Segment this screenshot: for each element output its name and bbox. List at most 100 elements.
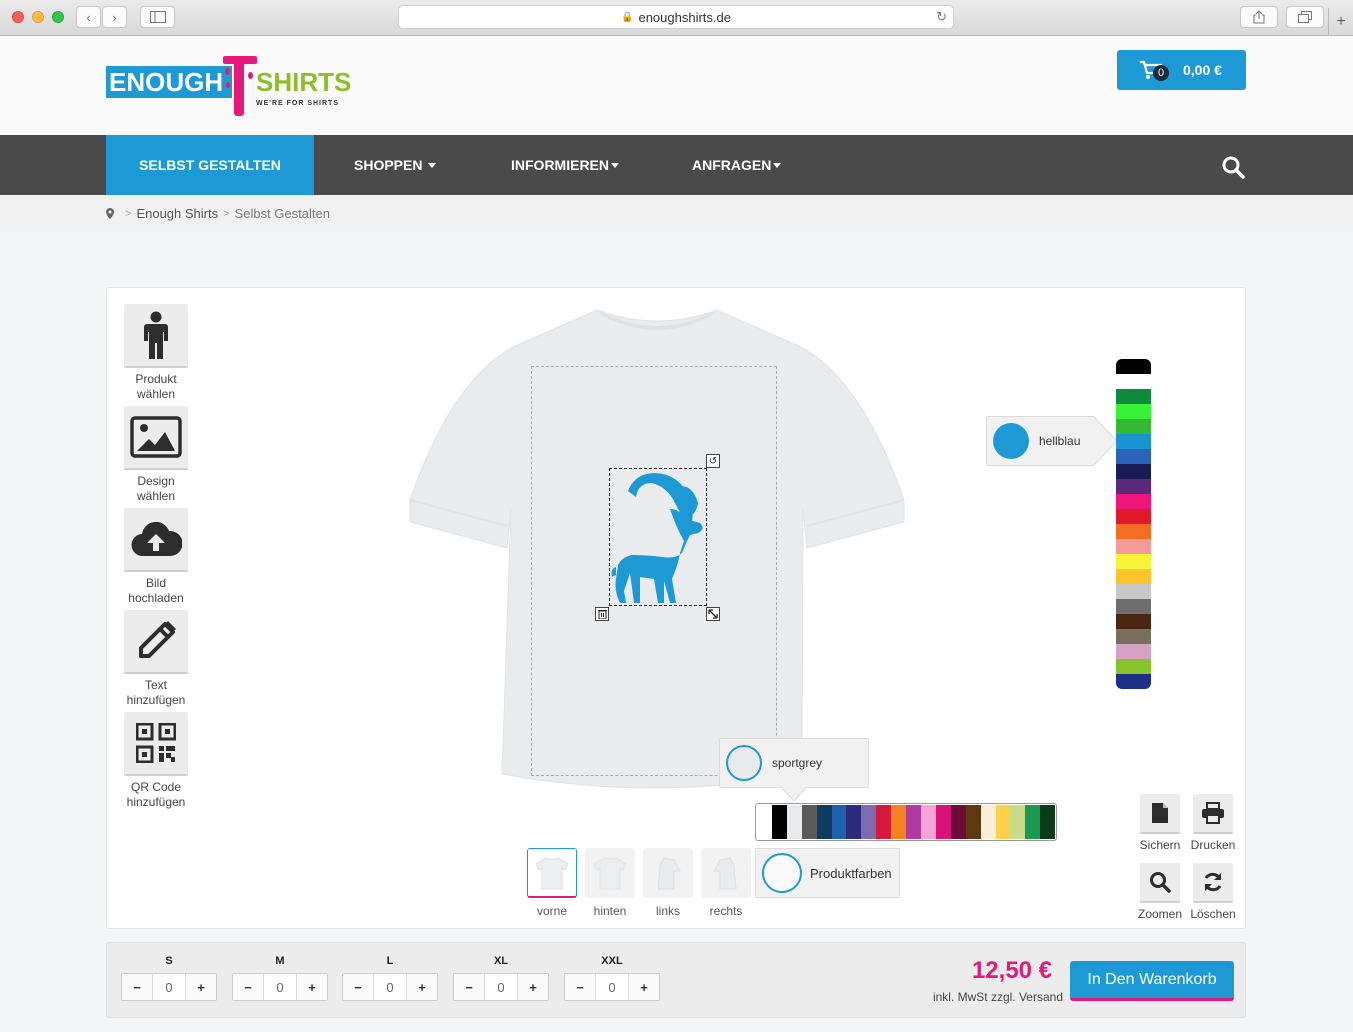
design-color-swatch-19[interactable]	[1116, 644, 1151, 659]
product-color-swatch-11[interactable]	[920, 805, 936, 839]
print-button[interactable]: Drucken	[1186, 794, 1240, 852]
product-color-swatch-2[interactable]	[786, 805, 802, 839]
design-color-swatch-8[interactable]	[1116, 479, 1151, 494]
product-color-swatch-19[interactable]	[1040, 805, 1056, 839]
nav-anfragen[interactable]: ANFRAGEN	[692, 135, 782, 195]
sidebar-toggle-button[interactable]	[140, 6, 175, 28]
decrement-button[interactable]: −	[454, 974, 484, 1000]
design-color-swatch-10[interactable]	[1116, 509, 1151, 524]
product-colors-button[interactable]: Produktfarben	[755, 848, 900, 898]
design-color-swatch-2[interactable]	[1116, 389, 1151, 404]
design-color-swatch-0[interactable]	[1116, 359, 1151, 374]
design-element-ibex[interactable]: ↺	[595, 454, 720, 621]
nav-selbst-gestalten[interactable]: SELBST GESTALTEN	[106, 135, 314, 195]
design-color-swatch-6[interactable]	[1116, 449, 1151, 464]
decrement-button[interactable]: −	[565, 974, 595, 1000]
design-color-swatch-17[interactable]	[1116, 614, 1151, 629]
design-color-swatch-5[interactable]	[1116, 434, 1151, 449]
product-color-swatch-18[interactable]	[1025, 805, 1041, 839]
product-color-swatch-6[interactable]	[846, 805, 862, 839]
design-color-swatch-15[interactable]	[1116, 584, 1151, 599]
product-color-swatch-7[interactable]	[861, 805, 877, 839]
quantity-input[interactable]: 0	[263, 974, 297, 1000]
product-color-palette[interactable]	[755, 803, 1057, 841]
design-color-swatch-14[interactable]	[1116, 569, 1151, 584]
tabs-overview-button[interactable]	[1286, 6, 1324, 28]
product-color-swatch-14[interactable]	[965, 805, 981, 839]
product-color-swatch-1[interactable]	[771, 805, 787, 839]
quantity-input[interactable]: 0	[484, 974, 518, 1000]
new-tab-button[interactable]: +	[1328, 8, 1353, 36]
forward-button[interactable]: ›	[102, 6, 127, 28]
decrement-button[interactable]: −	[233, 974, 263, 1000]
reload-icon[interactable]: ↻	[936, 9, 947, 25]
tool-design-waehlen[interactable]: Design wählen	[123, 406, 189, 504]
product-color-swatch-15[interactable]	[980, 805, 996, 839]
breadcrumb-home[interactable]: Enough Shirts	[136, 206, 218, 221]
product-color-swatch-3[interactable]	[801, 805, 817, 839]
nav-informieren[interactable]: INFORMIEREN	[511, 135, 619, 195]
view-vorne[interactable]: vorne	[527, 848, 577, 918]
product-color-swatch-10[interactable]	[906, 805, 921, 839]
design-color-swatch-7[interactable]	[1116, 464, 1151, 479]
main-nav: SELBST GESTALTEN SHOPPEN INFORMIEREN ANF…	[0, 135, 1353, 195]
delete-handle[interactable]	[595, 607, 609, 621]
share-button[interactable]	[1240, 6, 1278, 28]
product-color-swatch-0[interactable]	[757, 805, 772, 839]
design-color-swatch-16[interactable]	[1116, 599, 1151, 614]
design-color-swatch-18[interactable]	[1116, 629, 1151, 644]
design-color-swatch-11[interactable]	[1116, 524, 1151, 539]
design-color-swatch-4[interactable]	[1116, 419, 1151, 434]
product-color-swatch-17[interactable]	[1010, 805, 1026, 839]
tool-text-hinzufuegen[interactable]: Text hinzufügen	[123, 610, 189, 708]
quantity-input[interactable]: 0	[595, 974, 629, 1000]
increment-button[interactable]: +	[407, 974, 437, 1000]
design-color-swatch-21[interactable]	[1116, 674, 1151, 689]
rotate-handle[interactable]: ↺	[706, 454, 720, 468]
product-color-swatch-12[interactable]	[935, 805, 951, 839]
design-color-swatch-1[interactable]	[1116, 374, 1151, 389]
nav-shoppen[interactable]: SHOPPEN	[354, 135, 437, 195]
search-icon[interactable]	[1221, 155, 1245, 179]
product-color-swatch-8[interactable]	[876, 805, 892, 839]
quantity-input[interactable]: 0	[152, 974, 186, 1000]
resize-handle[interactable]	[706, 607, 720, 621]
product-color-swatch-4[interactable]	[816, 805, 832, 839]
increment-button[interactable]: +	[518, 974, 548, 1000]
browser-toolbar: ‹ › 🔒 enoughshirts.de ↻ +	[0, 0, 1353, 36]
minimize-window-button[interactable]	[32, 11, 44, 23]
increment-button[interactable]: +	[629, 974, 659, 1000]
site-logo[interactable]: ENOUGH SHIRTS WE'RE FOR SHIRTS	[106, 48, 366, 116]
design-color-swatch-13[interactable]	[1116, 554, 1151, 569]
tool-qr-code-hinzufuegen[interactable]: QR Code hinzufügen	[123, 712, 189, 810]
decrement-button[interactable]: −	[122, 974, 152, 1000]
cart-button[interactable]: 0 0,00 €	[1117, 50, 1246, 90]
quantity-input[interactable]: 0	[373, 974, 407, 1000]
design-color-palette[interactable]	[1116, 359, 1151, 689]
reset-button[interactable]: Löschen	[1186, 863, 1240, 921]
design-color-swatch-9[interactable]	[1116, 494, 1151, 509]
product-color-swatch-5[interactable]	[831, 805, 847, 839]
add-to-cart-button[interactable]: In Den Warenkorb	[1070, 961, 1234, 1001]
decrement-button[interactable]: −	[343, 974, 373, 1000]
design-color-swatch-3[interactable]	[1116, 404, 1151, 419]
product-color-swatch-13[interactable]	[950, 805, 966, 839]
view-hinten[interactable]: hinten	[585, 848, 635, 918]
increment-button[interactable]: +	[297, 974, 327, 1000]
zoom-button[interactable]: Zoomen	[1133, 863, 1187, 921]
tool-bild-hochladen[interactable]: Bild hochladen	[123, 508, 189, 606]
address-bar[interactable]: 🔒 enoughshirts.de ↻	[398, 5, 954, 29]
back-button[interactable]: ‹	[76, 6, 101, 28]
save-button[interactable]: Sichern	[1133, 794, 1187, 852]
increment-button[interactable]: +	[186, 974, 216, 1000]
design-color-swatch-12[interactable]	[1116, 539, 1151, 554]
view-rechts[interactable]: rechts	[701, 848, 751, 918]
product-color-swatch-16[interactable]	[995, 805, 1011, 839]
design-color-swatch	[993, 423, 1029, 459]
zoom-window-button[interactable]	[52, 11, 64, 23]
product-color-swatch-9[interactable]	[891, 805, 907, 839]
close-window-button[interactable]	[12, 11, 24, 23]
design-color-swatch-20[interactable]	[1116, 659, 1151, 674]
view-links[interactable]: links	[643, 848, 693, 918]
tool-produkt-waehlen[interactable]: Produkt wählen	[123, 304, 189, 402]
